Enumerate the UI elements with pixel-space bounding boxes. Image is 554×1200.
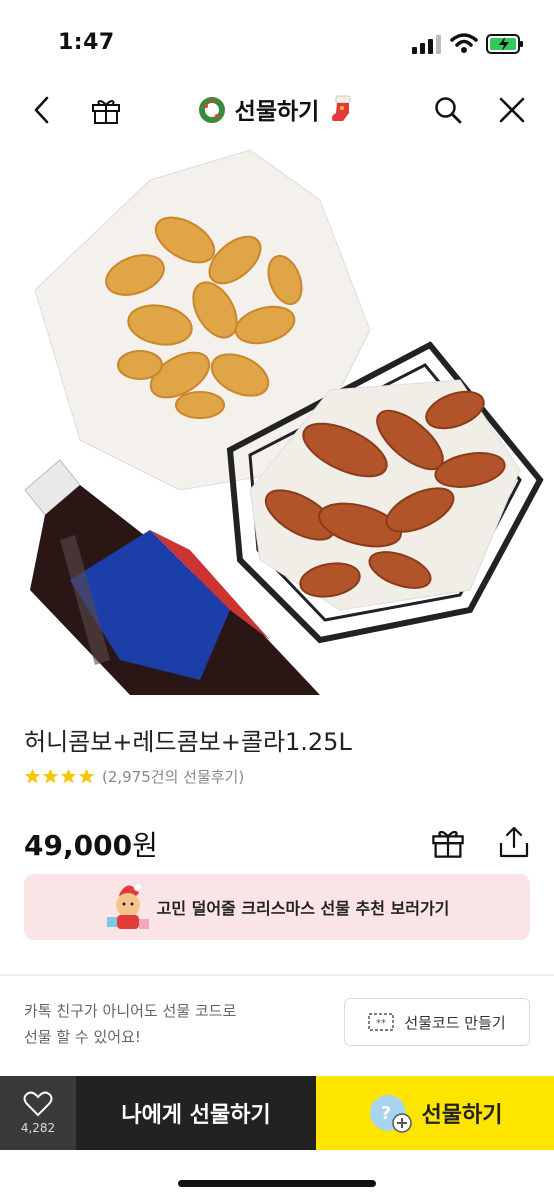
product-title: 허니콤보+레드콤보+콜라1.25L [24,728,352,756]
send-gift-button[interactable]: ? 선물하기 [316,1076,554,1150]
gift-code-info: 카톡 친구가 아니어도 선물 코드로 선물 할 수 있어요! [24,998,236,1050]
search-icon [435,97,462,124]
create-gift-code-label: 선물코드 만들기 [404,1013,506,1032]
santa-character-icon [106,882,149,929]
svg-text:**: ** [376,1018,386,1029]
bottom-action-bar: 4,282 나에게 선물하기 ? 선물하기 [0,1076,554,1150]
gift-box-icon [432,830,464,858]
battery-icon [486,34,523,54]
cellular-signal-icon [412,35,441,54]
review-count: (2,975건의 선물후기) [102,768,245,786]
product-image[interactable] [0,140,554,695]
gift-code-info-line1: 카톡 친구가 아니어도 선물 코드로 [24,1002,237,1020]
share-button[interactable] [494,822,534,862]
wifi-icon [450,33,478,53]
nav-title: 선물하기 [0,92,554,126]
home-indicator[interactable] [178,1180,376,1187]
section-divider [0,974,554,976]
christmas-recommend-banner[interactable]: 고민 덜어줄 크리스마스 선물 추천 보러가기 [24,874,530,940]
price: 49,000원 [24,824,158,864]
gift-to-self-button[interactable]: 나에게 선물하기 [76,1076,316,1150]
chicken-combo-illustration [24,149,544,695]
stocking-icon [332,95,351,121]
status-bar: 1:47 [0,0,554,80]
gift-to-self-label: 나에게 선물하기 [121,1103,271,1128]
wreath-icon [198,97,225,123]
code-dots-icon: ** [368,1013,395,1031]
send-gift-label: 선물하기 [421,1103,503,1128]
like-count: 4,282 [20,1121,56,1135]
rating-row[interactable]: (2,975건의 선물후기) [24,766,244,787]
create-gift-code-button[interactable]: ** 선물코드 만들기 [344,998,530,1046]
close-icon [499,97,525,123]
gift-code-info-line2: 선물 할 수 있어요! [24,1028,141,1046]
star-icon [78,768,95,784]
like-button[interactable]: 4,282 [0,1076,76,1150]
star-icon [42,768,59,784]
friend-add-icon: ? [369,1095,412,1133]
top-nav: 선물하기 [0,80,554,140]
gift-wrap-button[interactable] [428,822,468,862]
price-amount: 49,000 [24,829,133,862]
heart-icon [23,1091,53,1117]
search-button[interactable] [428,90,468,130]
svg-text:?: ? [380,1103,390,1124]
nav-title-text: 선물하기 [234,99,320,125]
banner-text: 고민 덜어줄 크리스마스 선물 추천 보러가기 [156,899,450,918]
star-icon [24,768,41,784]
star-icon [60,768,77,784]
status-time: 1:47 [58,30,115,55]
close-button[interactable] [492,90,532,130]
price-unit: 원 [132,829,158,862]
share-icon [499,826,529,858]
